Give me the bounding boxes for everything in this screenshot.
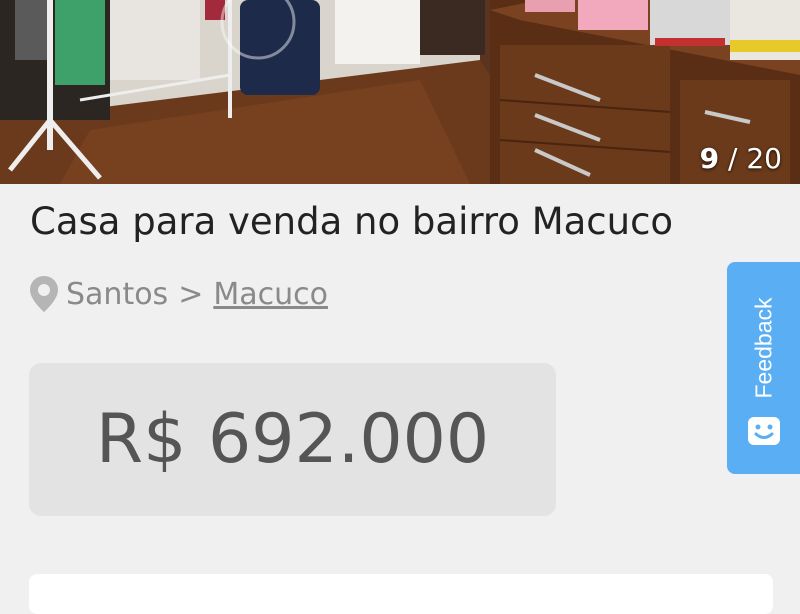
smiley-icon [748,417,780,445]
details-card [29,574,773,614]
feedback-tab[interactable]: Feedback [727,262,800,474]
neighborhood-link[interactable]: Macuco [213,277,328,312]
photo-counter-separator: / [728,142,738,175]
photo-counter-total: 20 [746,142,782,175]
price-box: R$ 692.000 [29,363,556,516]
room-photo [0,0,800,184]
breadcrumb-separator: > [178,276,204,312]
listing-price: R$ 692.000 [95,400,490,479]
listing-title: Casa para venda no bairro Macuco [30,200,674,243]
location-pin-icon [30,276,58,312]
photo-counter: 9 / 20 [700,142,782,175]
photo-counter-current: 9 [699,142,720,175]
listing-photo[interactable]: 9 / 20 [0,0,800,184]
feedback-label: Feedback [750,297,776,399]
location-city: Santos [66,276,169,312]
location-breadcrumb: Santos > Macuco [28,272,328,316]
